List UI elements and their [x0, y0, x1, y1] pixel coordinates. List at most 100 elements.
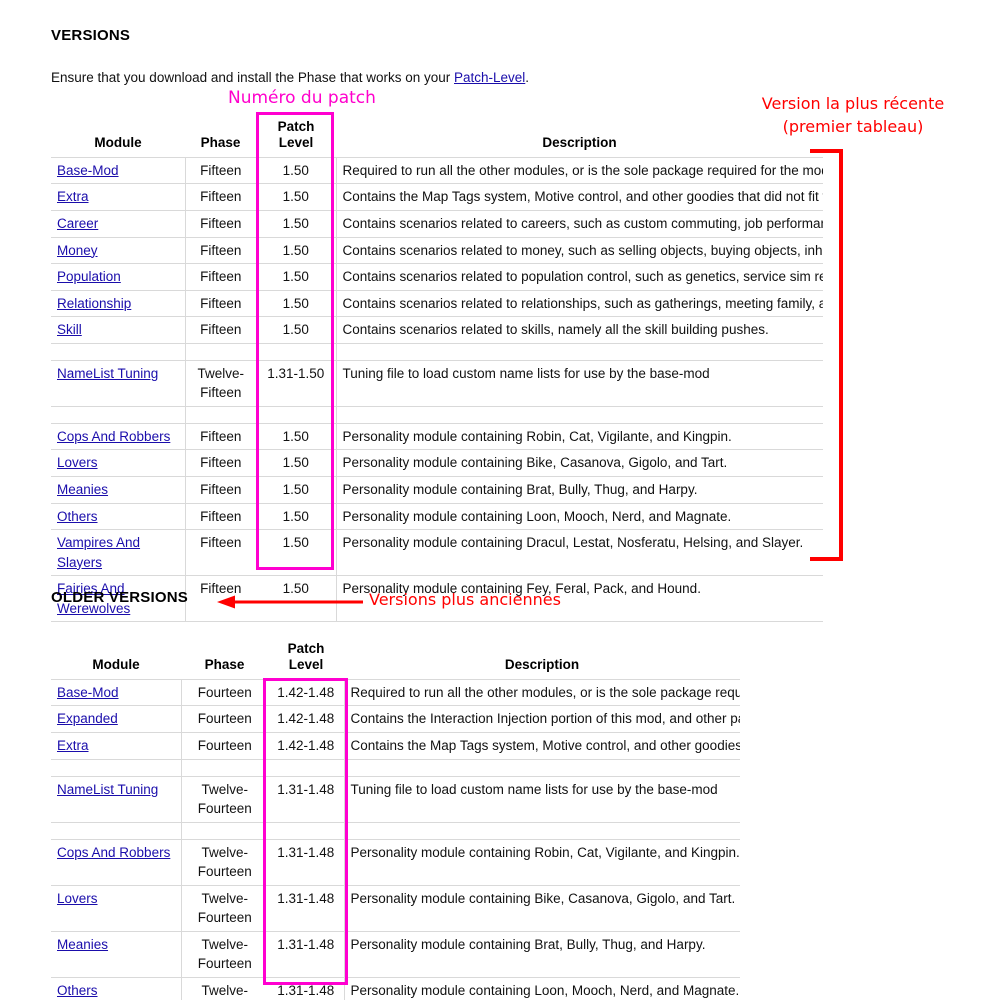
cell-module [51, 405, 186, 424]
cell-phase: Fifteen [185, 476, 256, 504]
module-link[interactable]: Skill [57, 322, 82, 337]
module-link[interactable]: Money [57, 243, 98, 258]
table-spacer-row [51, 758, 740, 777]
table-row: Extra Fifteen 1.50 Contains the Map Tags sy… [51, 183, 823, 211]
cell-description: Contains scenarios related to skills, na… [336, 316, 823, 344]
patch-header-line1: Patch [287, 641, 325, 656]
cell-module [51, 758, 182, 777]
cell-phase: Fifteen [185, 502, 256, 531]
annotation-label-most-recent-line2: (premier tableau) [782, 117, 924, 137]
module-link[interactable]: Meanies [57, 482, 108, 497]
cell-description: Contains the Map Tags system, Motive con… [344, 731, 740, 760]
table-body-current: Base-Mod Fifteen 1.50 Required to run all t… [51, 156, 823, 623]
cell-module: Base-Mod [51, 156, 186, 185]
column-header-description: Description [504, 656, 580, 672]
column-header-phase: Phase [200, 134, 241, 150]
annotation-arrow-older-versions [217, 595, 363, 609]
cell-patch-level: 1.31-1.48 [268, 977, 345, 1000]
cell-module: NameList Tuning [51, 775, 182, 823]
module-link[interactable]: NameList Tuning [57, 782, 158, 797]
page-title-versions: VERSIONS [51, 27, 131, 44]
table-row: Vampires And Slayers Fifteen 1.50 Personali… [51, 529, 823, 577]
table-row: Cops And Robbers Fifteen 1.50 Personality m… [51, 422, 823, 451]
versions-table-older: Module Phase Patch Level Description Bas… [51, 638, 740, 1000]
cell-patch-level: 1.50 [256, 289, 337, 318]
module-link[interactable]: Expanded [57, 711, 118, 726]
module-link[interactable]: Lovers [57, 891, 98, 906]
annotation-label-most-recent-line1: Version la plus récente [761, 94, 945, 113]
cell-phase: Fifteen [185, 209, 256, 238]
module-link[interactable]: Meanies [57, 937, 108, 952]
cell-patch-level: 1.50 [256, 236, 337, 265]
cell-patch-level: 1.31-1.48 [268, 838, 345, 886]
cell-description: Personality module containing Robin, Cat… [344, 838, 740, 886]
cell-module: Skill [51, 316, 186, 344]
module-link[interactable]: Vampires And Slayers [57, 535, 140, 570]
cell-phase: Fifteen [185, 316, 256, 344]
module-link[interactable]: NameList Tuning [57, 366, 158, 381]
module-link[interactable]: Cops And Robbers [57, 429, 170, 444]
cell-description: Contains the Interaction Injection porti… [344, 705, 740, 733]
table-row: Lovers Twelve-Fourteen 1.31-1.48 Personalit… [51, 884, 740, 932]
cell-module: Career [51, 209, 186, 238]
cell-patch-level [268, 821, 345, 840]
cell-description: Personality module containing Robin, Cat… [336, 422, 823, 451]
cell-description: Personality module containing Dracul, Le… [336, 529, 823, 577]
page-root: VERSIONS Ensure that you download and in… [0, 0, 1000, 1000]
cell-module: Cops And Robbers [51, 838, 182, 886]
patch-level-link[interactable]: Patch-Level [454, 70, 525, 85]
cell-patch-level: 1.31-1.50 [256, 359, 337, 407]
cell-phase: Twelve-Fourteen [181, 884, 268, 932]
column-header-phase: Phase [204, 656, 245, 672]
column-header-module: Module [94, 134, 142, 150]
table-row: NameList Tuning Twelve-Fourteen 1.31-1.48 T… [51, 775, 740, 823]
cell-phase [181, 758, 268, 777]
table-row: Cops And Robbers Twelve-Fourteen 1.31-1.48… [51, 838, 740, 886]
module-link[interactable]: Relationship [57, 296, 131, 311]
module-link[interactable]: Extra [57, 189, 89, 204]
module-link[interactable]: Population [57, 269, 121, 284]
patch-header-line2: Level [278, 134, 314, 150]
cell-module [51, 342, 186, 361]
cell-phase: Twelve-Fourteen [181, 930, 268, 979]
cell-module: Expanded [51, 705, 182, 733]
cell-patch-level [256, 405, 337, 424]
cell-description: Contains the Map Tags system, Motive con… [336, 183, 823, 211]
cell-module: Cops And Robbers [51, 422, 186, 451]
module-link[interactable]: Cops And Robbers [57, 845, 170, 860]
cell-patch-level: 1.50 [256, 156, 337, 185]
patch-header-line2: Level [288, 656, 324, 672]
module-link[interactable]: Lovers [57, 455, 98, 470]
intro-text-before: Ensure that you download and install the… [51, 70, 454, 85]
module-link[interactable]: Extra [57, 738, 89, 753]
table-row: Career Fifteen 1.50 Contains scenarios rela… [51, 209, 823, 238]
table-row: Money Fifteen 1.50 Contains scenarios relat… [51, 236, 823, 265]
table-spacer-row [51, 405, 823, 424]
table-row: Others Twelve-Fourteen1.31-1.48Personalit… [51, 977, 740, 1000]
cell-description: Personality module containing Brat, Bull… [336, 476, 823, 504]
cell-patch-level: 1.50 [256, 316, 337, 344]
cell-patch-level: 1.31-1.48 [268, 775, 345, 823]
module-link[interactable]: Career [57, 216, 98, 231]
cell-phase [185, 342, 256, 361]
cell-module: Vampires And Slayers [51, 529, 186, 577]
cell-phase: Fifteen [185, 263, 256, 291]
module-link[interactable]: Others [57, 983, 98, 998]
cell-patch-level: 1.50 [256, 449, 337, 478]
table-row: Meanies Twelve-Fourteen 1.31-1.48 Personali… [51, 930, 740, 979]
table-row: Extra Fourteen 1.42-1.48 Contains the Map T… [51, 731, 740, 760]
cell-module: Extra [51, 183, 186, 211]
cell-module: Base-Mod [51, 678, 182, 707]
module-link[interactable]: Base-Mod [57, 685, 119, 700]
table-row: Others Fifteen 1.50 Personality module cont… [51, 502, 823, 531]
cell-description [336, 342, 823, 361]
cell-phase: Fifteen [185, 236, 256, 265]
cell-description: Contains scenarios related to population… [336, 263, 823, 291]
cell-phase: Twelve-Fifteen [185, 359, 256, 407]
cell-patch-level: 1.50 [256, 422, 337, 451]
module-link[interactable]: Others [57, 509, 98, 524]
cell-module: Meanies [51, 930, 182, 979]
cell-description [336, 405, 823, 424]
cell-phase: Fifteen [185, 156, 256, 185]
module-link[interactable]: Base-Mod [57, 163, 119, 178]
